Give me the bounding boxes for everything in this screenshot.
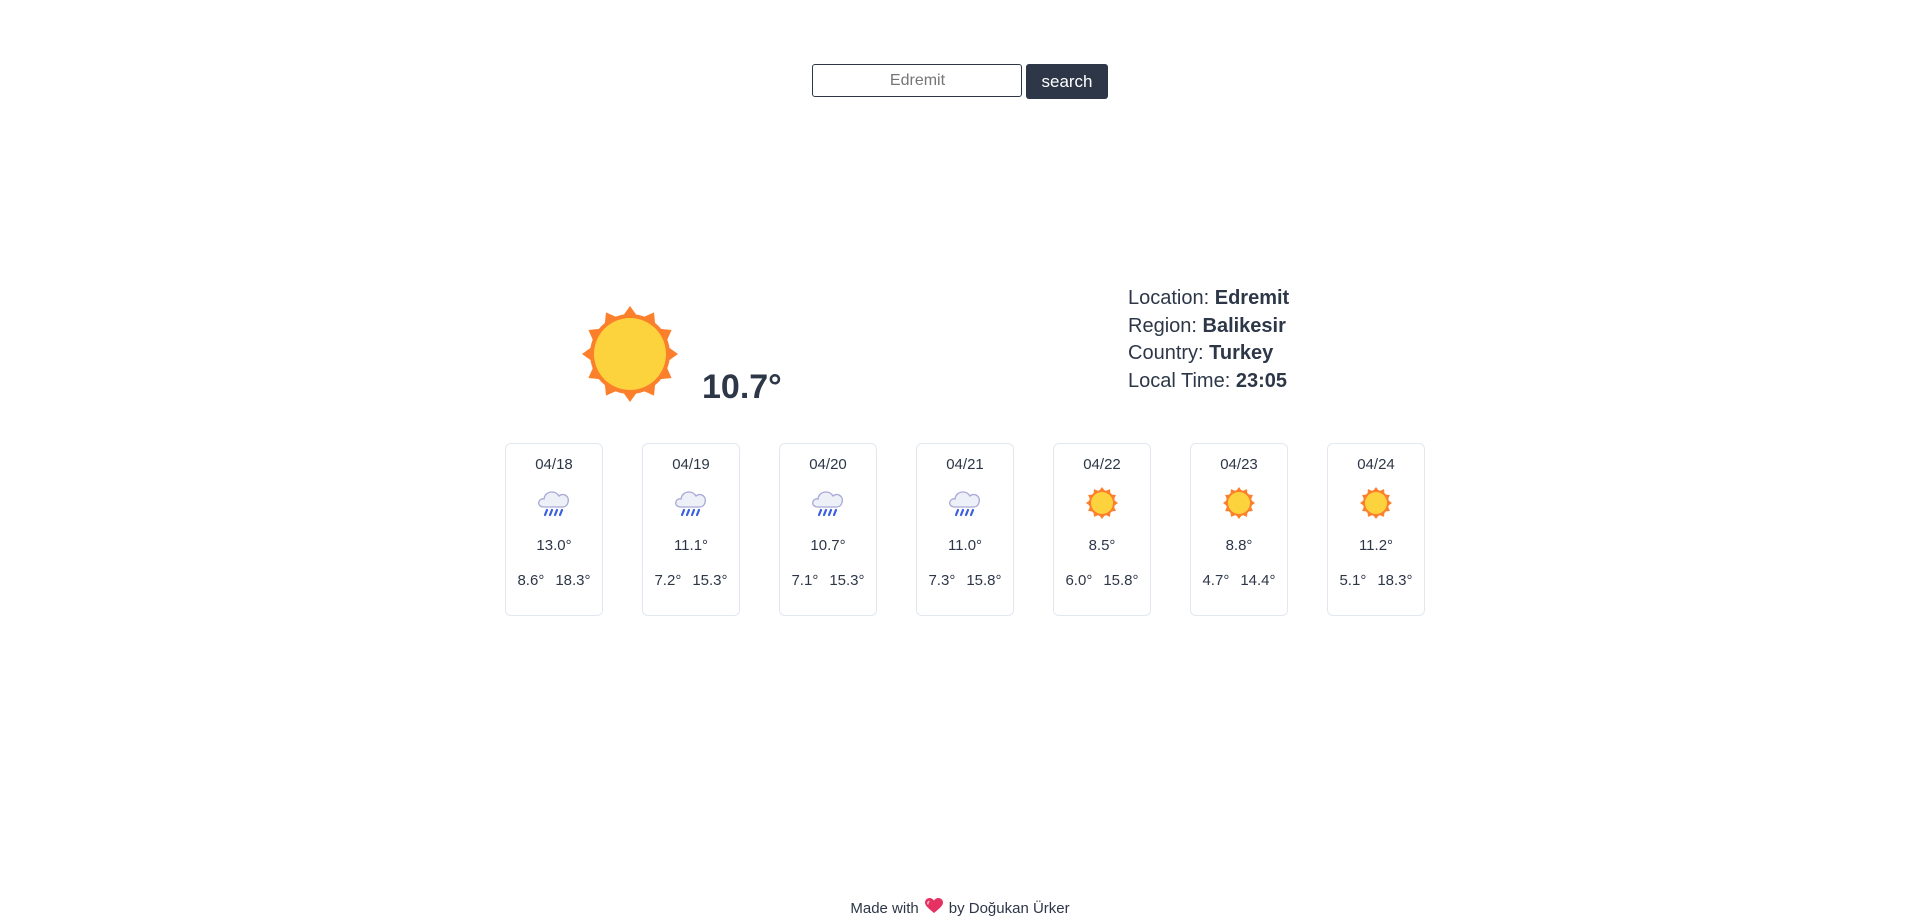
country-row: Country: Turkey (1128, 342, 1274, 364)
forecast-list: 04/18 13.0° 8.6° 18.3° 04/19 11.1° 7.2° 15.3° 04… (505, 443, 1425, 616)
forecast-temp-range: 6.0° 15.8° (1065, 572, 1138, 589)
forecast-day-card: 04/23 8.8° 4.7° 14.4° (1190, 443, 1288, 616)
forecast-min-temp: 4.7° (1202, 572, 1230, 589)
location-info: Location: Edremit Region: Balikesir Coun… (1128, 285, 1289, 395)
rain-cloud-icon (536, 485, 572, 521)
forecast-min-temp: 7.3° (928, 572, 956, 589)
forecast-min-temp: 7.2° (654, 572, 682, 589)
footer: Made with by Doğukan Ürker (0, 898, 1920, 918)
forecast-day-card: 04/20 10.7° 7.1° 15.3° (779, 443, 877, 616)
forecast-day-card: 04/21 11.0° 7.3° 15.8° (916, 443, 1014, 616)
forecast-avg-temp: 11.0° (947, 537, 983, 554)
forecast-min-temp: 7.1° (791, 572, 819, 589)
forecast-avg-temp: 11.1° (673, 537, 709, 554)
forecast-avg-temp: 13.0° (536, 537, 572, 554)
region-value: Balikesir (1202, 314, 1286, 337)
sun-icon (1358, 485, 1394, 521)
forecast-max-temp: 15.8° (966, 572, 1002, 589)
forecast-date: 04/23 (1220, 456, 1258, 473)
forecast-max-temp: 14.4° (1240, 572, 1276, 589)
forecast-min-temp: 6.0° (1065, 572, 1093, 589)
forecast-temp-range: 8.6° 18.3° (517, 572, 590, 589)
forecast-day-card: 04/18 13.0° 8.6° 18.3° (505, 443, 603, 616)
search-input[interactable] (812, 64, 1023, 97)
rain-cloud-icon (810, 485, 846, 521)
forecast-max-temp: 18.3° (555, 572, 591, 589)
current-temperature: 10.7° (702, 368, 782, 406)
forecast-avg-temp: 10.7° (810, 537, 846, 554)
forecast-date: 04/21 (946, 456, 984, 473)
forecast-max-temp: 18.3° (1377, 572, 1413, 589)
heart-icon (924, 898, 943, 918)
current-weather: 10.7° (582, 304, 782, 409)
search-button[interactable]: search (1026, 64, 1108, 99)
forecast-temp-range: 7.1° 15.3° (791, 572, 864, 589)
forecast-min-temp: 5.1° (1339, 572, 1367, 589)
sun-icon (582, 304, 678, 409)
forecast-day-card: 04/22 8.5° 6.0° 15.8° (1053, 443, 1151, 616)
forecast-date: 04/19 (672, 456, 710, 473)
forecast-avg-temp: 8.8° (1225, 537, 1253, 554)
footer-prefix: Made with (850, 899, 919, 917)
forecast-avg-temp: 8.5° (1088, 537, 1116, 554)
forecast-day-card: 04/19 11.1° 7.2° 15.3° (642, 443, 740, 616)
forecast-date: 04/22 (1083, 456, 1121, 473)
sun-icon (1221, 485, 1257, 521)
forecast-day-card: 04/24 11.2° 5.1° 18.3° (1327, 443, 1425, 616)
forecast-temp-range: 4.7° 14.4° (1202, 572, 1275, 589)
forecast-date: 04/24 (1357, 456, 1395, 473)
forecast-max-temp: 15.8° (1103, 572, 1139, 589)
forecast-temp-range: 7.3° 15.8° (928, 572, 1001, 589)
local-time-value: 23:05 (1235, 369, 1287, 392)
footer-suffix: by Doğukan Ürker (948, 899, 1070, 917)
search-bar: search (0, 64, 1920, 99)
sun-icon (1084, 485, 1120, 521)
region-row: Region: Balikesir (1128, 314, 1286, 337)
country-value: Turkey (1209, 342, 1274, 364)
location-row: Location: Edremit (1128, 287, 1290, 309)
forecast-date: 04/20 (809, 456, 847, 473)
forecast-temp-range: 7.2° 15.3° (654, 572, 727, 589)
rain-cloud-icon (947, 485, 983, 521)
rain-cloud-icon (673, 485, 709, 521)
forecast-min-temp: 8.6° (517, 572, 545, 589)
forecast-max-temp: 15.3° (692, 572, 728, 589)
forecast-date: 04/18 (535, 456, 573, 473)
forecast-max-temp: 15.3° (829, 572, 865, 589)
location-value: Edremit (1214, 287, 1290, 309)
forecast-temp-range: 5.1° 18.3° (1339, 572, 1412, 589)
forecast-avg-temp: 11.2° (1358, 537, 1394, 554)
local-time-row: Local Time: 23:05 (1128, 369, 1287, 392)
